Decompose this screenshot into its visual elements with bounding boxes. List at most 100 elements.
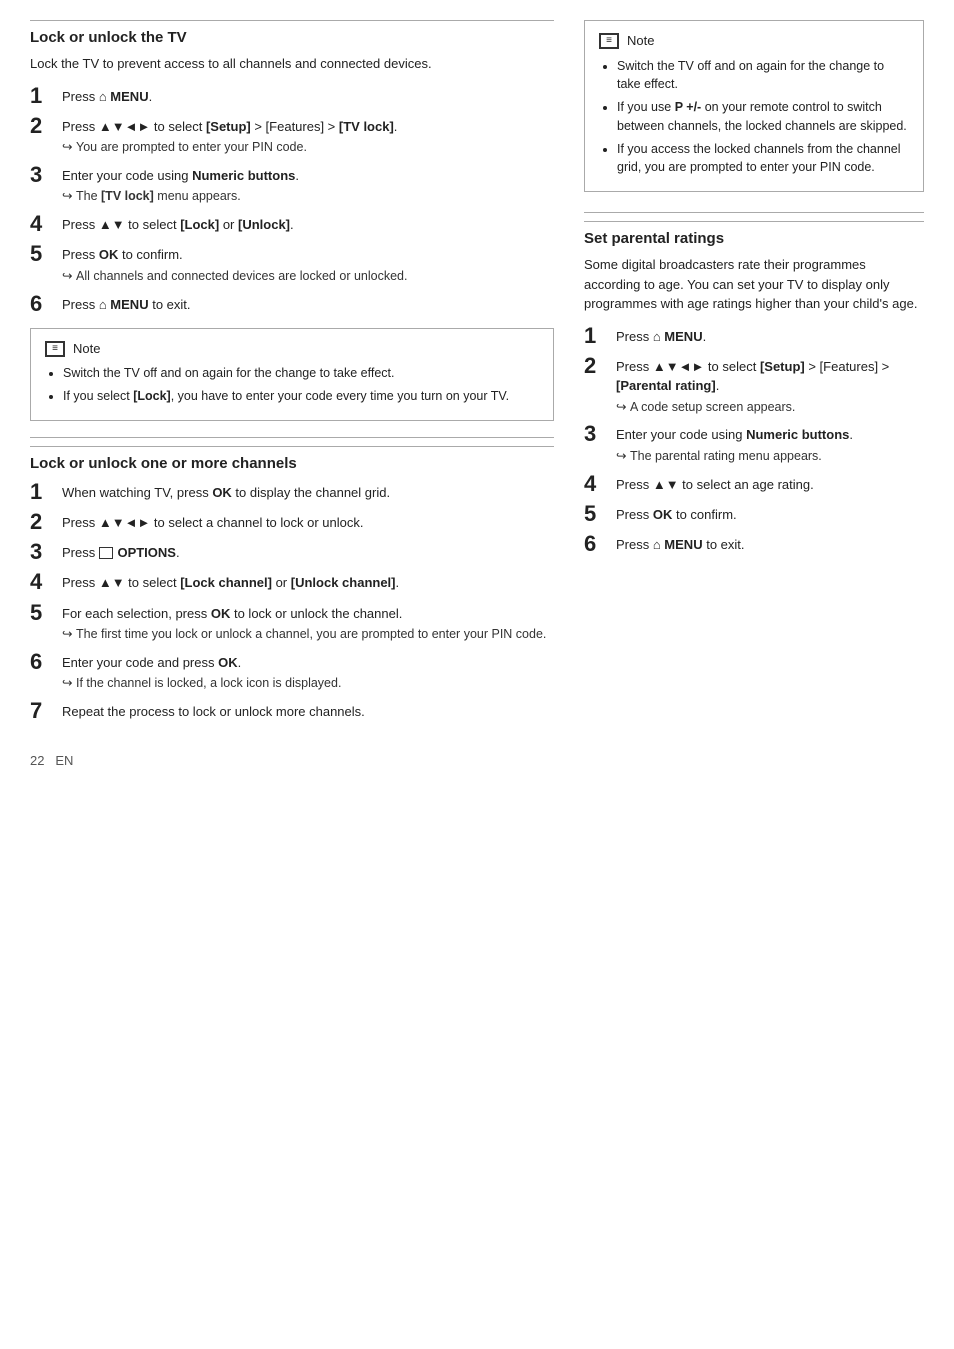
step-number: 3	[30, 540, 58, 564]
step-bold: [Unlock]	[238, 217, 290, 232]
step-number: 6	[30, 292, 58, 316]
step-content: Press ⌂ MENU to exit.	[616, 532, 924, 555]
step-item: 3 Press OPTIONS.	[30, 540, 554, 564]
note-item: If you access the locked channels from t…	[617, 140, 909, 178]
step-content: Enter your code and press OK. If the cha…	[62, 650, 554, 693]
step-result: If the channel is locked, a lock icon is…	[62, 674, 554, 693]
note-list: Switch the TV off and on again for the c…	[599, 57, 909, 178]
step-item: 5 For each selection, press OK to lock o…	[30, 601, 554, 644]
step-content: Repeat the process to lock or unlock mor…	[62, 699, 554, 722]
right-section-intro: Some digital broadcasters rate their pro…	[584, 255, 924, 314]
step-bold: ⌂ MENU	[653, 537, 703, 552]
step-number: 2	[30, 510, 58, 534]
step-number: 3	[30, 163, 58, 187]
step-content: Press ▲▼ to select [Lock] or [Unlock].	[62, 212, 554, 235]
note-list: Switch the TV off and on again for the c…	[45, 364, 539, 406]
section2-title: Lock or unlock one or more channels	[30, 446, 554, 472]
step-bold: OPTIONS	[114, 545, 176, 560]
section1-title: Lock or unlock the TV	[30, 20, 554, 46]
step-content: Enter your code using Numeric buttons. T…	[616, 422, 924, 465]
note-icon	[599, 33, 619, 49]
section-divider	[584, 212, 924, 213]
section-divider	[30, 437, 554, 438]
step-bold: [Lock channel]	[180, 575, 272, 590]
step-bold: [Unlock channel]	[291, 575, 396, 590]
step-number: 7	[30, 699, 58, 723]
step-content: Press ▲▼ to select an age rating.	[616, 472, 924, 495]
step-item: 4 Press ▲▼ to select [Lock channel] or […	[30, 570, 554, 594]
step-content: Press ⌂ MENU to exit.	[62, 292, 554, 315]
step-content: Press OK to confirm.	[616, 502, 924, 525]
step-item: 4 Press ▲▼ to select an age rating.	[584, 472, 924, 496]
step-number: 2	[30, 114, 58, 138]
page-number: 22	[30, 753, 44, 768]
step-bold: OK	[211, 606, 231, 621]
step-item: 1 Press ⌂ MENU.	[584, 324, 924, 348]
note-box-right: Note Switch the TV off and on again for …	[584, 20, 924, 192]
step-bold: [Parental rating]	[616, 378, 716, 393]
step-number: 4	[30, 570, 58, 594]
step-item: 6 Press ⌂ MENU to exit.	[584, 532, 924, 556]
step-item: 5 Press OK to confirm.	[584, 502, 924, 526]
step-number: 1	[30, 480, 58, 504]
step-item: 2 Press ▲▼◄► to select [Setup] > [Featur…	[30, 114, 554, 157]
step-item: 1 Press ⌂ MENU.	[30, 84, 554, 108]
step-number: 3	[584, 422, 612, 446]
step-item: 4 Press ▲▼ to select [Lock] or [Unlock].	[30, 212, 554, 236]
note-label: Note	[73, 339, 100, 359]
step-number: 4	[584, 472, 612, 496]
note-item: If you use P +/- on your remote control …	[617, 98, 909, 136]
step-result: All channels and connected devices are l…	[62, 267, 554, 286]
right-section-steps: 1 Press ⌂ MENU. 2 Press ▲▼◄► to select […	[584, 324, 924, 557]
step-number: 5	[30, 242, 58, 266]
step-bold: Numeric buttons	[746, 427, 849, 442]
step-number: 6	[30, 650, 58, 674]
step-item: 2 Press ▲▼◄► to select [Setup] > [Featur…	[584, 354, 924, 417]
step-bold: ⌂ MENU	[99, 297, 149, 312]
step-number: 1	[584, 324, 612, 348]
step-number: 4	[30, 212, 58, 236]
step-item: 5 Press OK to confirm. All channels and …	[30, 242, 554, 285]
note-item: Switch the TV off and on again for the c…	[617, 57, 909, 95]
step-result: The [TV lock] menu appears.	[62, 187, 554, 206]
step-content: Press ▲▼ to select [Lock channel] or [Un…	[62, 570, 554, 593]
step-bold: OK	[653, 507, 673, 522]
step-bold: Numeric buttons	[192, 168, 295, 183]
step-item: 3 Enter your code using Numeric buttons.…	[30, 163, 554, 206]
step-content: Press ▲▼◄► to select [Setup] > [Features…	[616, 354, 924, 417]
page-lang: EN	[55, 753, 73, 768]
step-bold: [TV lock]	[339, 119, 394, 134]
step-bold: [Lock]	[180, 217, 219, 232]
step-content: Press OK to confirm. All channels and co…	[62, 242, 554, 285]
step-item: 7 Repeat the process to lock or unlock m…	[30, 699, 554, 723]
section1-steps: 1 Press ⌂ MENU. 2 Press ▲▼◄► to select […	[30, 84, 554, 316]
page-footer: 22 EN	[30, 753, 554, 768]
step-content: Press ▲▼◄► to select a channel to lock o…	[62, 510, 554, 533]
step-content: Press ⌂ MENU.	[62, 84, 554, 107]
note-header: Note	[599, 31, 909, 51]
note-icon	[45, 341, 65, 357]
note-header: Note	[45, 339, 539, 359]
step-number: 6	[584, 532, 612, 556]
section1-intro: Lock the TV to prevent access to all cha…	[30, 54, 554, 74]
section2-steps: 1 When watching TV, press OK to display …	[30, 480, 554, 723]
note-item: If you select [Lock], you have to enter …	[63, 387, 539, 406]
step-result: The parental rating menu appears.	[616, 447, 924, 466]
step-result: A code setup screen appears.	[616, 398, 924, 417]
note-box-1: Note Switch the TV off and on again for …	[30, 328, 554, 421]
step-content: Enter your code using Numeric buttons. T…	[62, 163, 554, 206]
step-item: 6 Enter your code and press OK. If the c…	[30, 650, 554, 693]
step-bold: OK	[218, 655, 238, 670]
step-number: 5	[30, 601, 58, 625]
right-column: Note Switch the TV off and on again for …	[584, 20, 924, 768]
step-item: 6 Press ⌂ MENU to exit.	[30, 292, 554, 316]
step-number: 2	[584, 354, 612, 378]
step-bold: OK	[212, 485, 232, 500]
step-bold: ⌂ MENU	[99, 89, 149, 104]
step-item: 1 When watching TV, press OK to display …	[30, 480, 554, 504]
step-content: When watching TV, press OK to display th…	[62, 480, 554, 503]
step-item: 2 Press ▲▼◄► to select a channel to lock…	[30, 510, 554, 534]
step-bold: [Setup]	[206, 119, 251, 134]
note-label: Note	[627, 31, 654, 51]
options-icon	[99, 547, 113, 559]
